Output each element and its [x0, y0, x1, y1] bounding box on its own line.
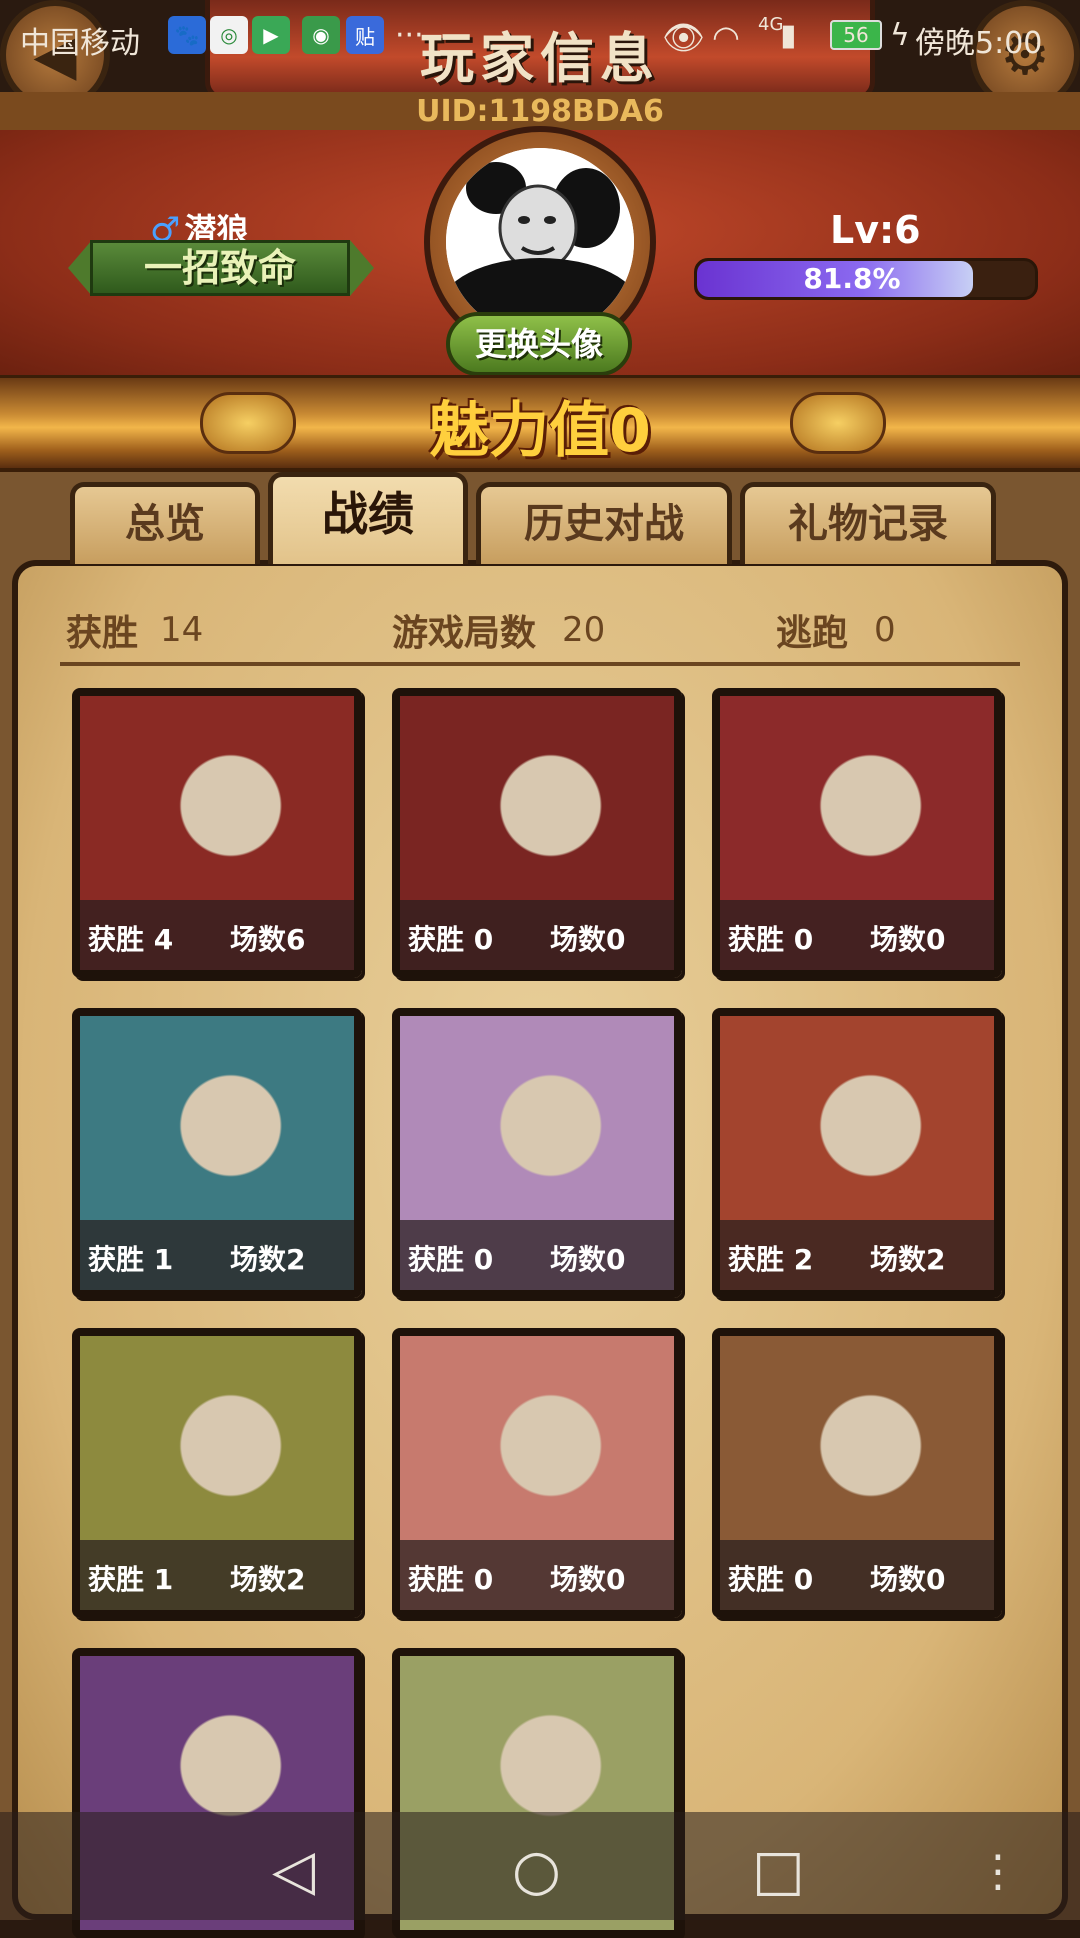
charging-icon: ϟ [890, 18, 910, 53]
clock: 傍晚5:00 [915, 26, 1043, 61]
card-wins: 获胜 2 [728, 1243, 814, 1276]
card-wins: 获胜 0 [728, 1563, 814, 1596]
card-games: 场数6 [230, 923, 306, 956]
card-caption: 获胜 1 场数2 [80, 1220, 354, 1290]
browser-icon: ◎ [210, 16, 248, 54]
escape-value: 0 [874, 610, 896, 650]
character-card[interactable]: 获胜 0 场数0 [392, 1008, 682, 1298]
character-card[interactable]: 获胜 4 场数6 [72, 688, 362, 978]
wifi-icon: ◠ [712, 18, 740, 56]
charm-value: 魅力值0 [429, 396, 651, 466]
title-plate-right-ornament [350, 240, 374, 296]
games-value: 20 [562, 610, 606, 650]
nav-back-icon[interactable]: ◁ [272, 1838, 315, 1903]
stats-divider [60, 662, 1020, 666]
battery-icon: 56 [830, 20, 882, 50]
nav-menu-icon[interactable]: ⋮ [976, 1846, 1020, 1897]
character-card[interactable]: 获胜 0 场数0 [712, 1328, 1002, 1618]
card-games: 场数0 [870, 1563, 946, 1596]
character-card[interactable]: 获胜 0 场数0 [392, 688, 682, 978]
card-wins: 获胜 0 [408, 923, 494, 956]
play-store-icon: ▶ [252, 16, 290, 54]
wins-value: 14 [160, 610, 204, 650]
character-card[interactable]: 获胜 2 场数2 [712, 1008, 1002, 1298]
card-caption: 获胜 0 场数0 [720, 1540, 994, 1610]
tab-gift-record[interactable]: 礼物记录 [740, 482, 996, 564]
games-label: 游戏局数 [392, 613, 537, 654]
card-games: 场数2 [230, 1243, 306, 1276]
baidu-icon: 🐾 [168, 16, 206, 54]
tab-record[interactable]: 战绩 [268, 472, 468, 564]
card-caption: 获胜 0 场数0 [400, 1540, 674, 1610]
change-avatar-button[interactable]: 更换头像 [446, 312, 632, 376]
card-caption: 获胜 0 场数0 [400, 900, 674, 970]
card-caption: 获胜 0 场数0 [400, 1220, 674, 1290]
title-plate-left-ornament [68, 240, 92, 296]
player-title-plate: 一招致命 [90, 240, 350, 296]
character-card[interactable]: 获胜 1 场数2 [72, 1008, 362, 1298]
card-wins: 获胜 0 [408, 1563, 494, 1596]
carrier-text: 中国移动 [20, 26, 140, 61]
character-card[interactable]: 获胜 1 场数2 [72, 1328, 362, 1618]
card-wins: 获胜 0 [408, 1243, 494, 1276]
character-card[interactable]: 获胜 0 场数0 [712, 688, 1002, 978]
wins-label: 获胜 [66, 613, 139, 654]
avatar[interactable] [446, 148, 634, 336]
card-caption: 获胜 1 场数2 [80, 1540, 354, 1610]
player-level: Lv:6 [830, 208, 921, 252]
card-games: 场数0 [870, 923, 946, 956]
card-caption: 获胜 2 场数2 [720, 1220, 994, 1290]
more-notifications: ··· [395, 18, 424, 53]
tab-overview[interactable]: 总览 [70, 482, 260, 564]
card-wins: 获胜 1 [88, 1243, 174, 1276]
xp-progress-bar: 81.8% [694, 258, 1038, 300]
status-bar: 中国移动 🐾 ◎ ▶ ◉ 贴 ··· 👁 ◠ 4G ▮ 56 ϟ 傍晚5:00 [0, 0, 1080, 78]
card-games: 场数0 [550, 1243, 626, 1276]
panda-face-icon [446, 148, 634, 336]
card-wins: 获胜 4 [88, 923, 174, 956]
card-caption: 获胜 4 场数6 [80, 900, 354, 970]
card-games: 场数2 [230, 1563, 306, 1596]
card-caption: 获胜 0 场数0 [720, 900, 994, 970]
nav-home-icon[interactable]: ○ [512, 1838, 561, 1903]
xp-percent-text: 81.8% [803, 262, 901, 295]
escape-label: 逃跑 [776, 613, 849, 654]
card-wins: 获胜 0 [728, 923, 814, 956]
eye-icon: 👁 [662, 18, 706, 58]
character-card[interactable]: 获胜 0 场数0 [392, 1328, 682, 1618]
game-app-icon: ◉ [302, 16, 340, 54]
tieba-icon: 贴 [346, 16, 384, 54]
signal-icon: ▮ [780, 18, 797, 53]
nav-recents-icon[interactable]: □ [752, 1838, 805, 1903]
card-games: 场数2 [870, 1243, 946, 1276]
tab-match-history[interactable]: 历史对战 [476, 482, 732, 564]
card-games: 场数0 [550, 923, 626, 956]
card-wins: 获胜 1 [88, 1563, 174, 1596]
card-games: 场数0 [550, 1563, 626, 1596]
